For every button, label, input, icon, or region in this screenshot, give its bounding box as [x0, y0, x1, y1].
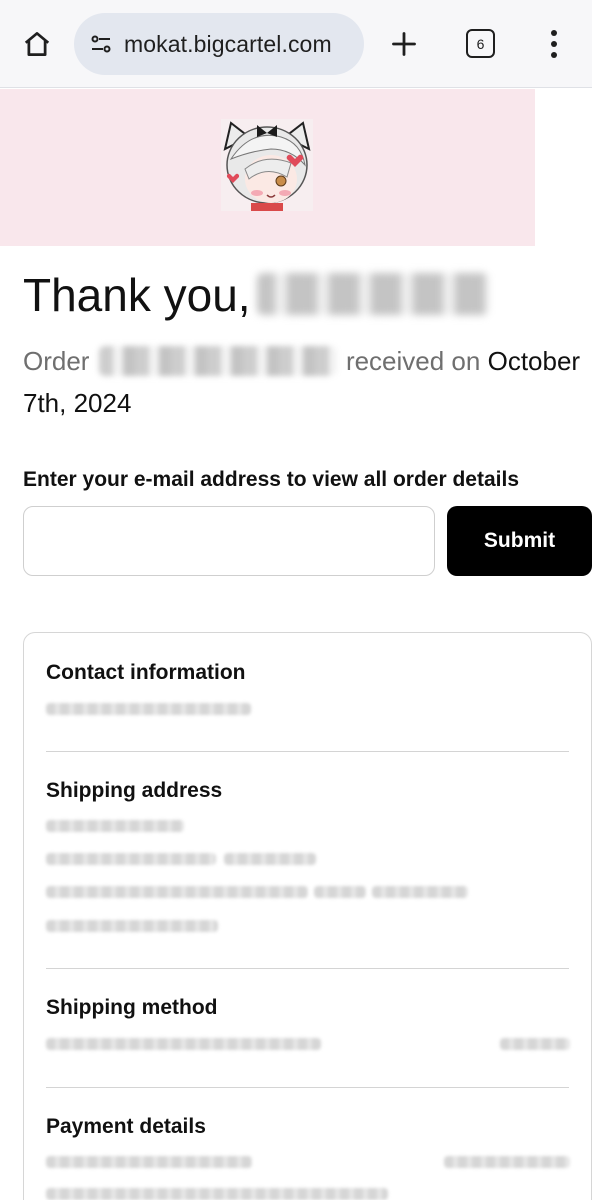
- redacted-order-number: [98, 346, 337, 376]
- address-bar[interactable]: mokat.bigcartel.com: [74, 13, 364, 75]
- redacted-name: [256, 273, 489, 315]
- plus-icon[interactable]: [386, 26, 422, 62]
- divider: [46, 751, 569, 752]
- redacted-payment-line: [46, 1156, 252, 1168]
- shipping-address-heading: Shipping address: [46, 779, 223, 802]
- payment-details-heading: Payment details: [46, 1115, 206, 1138]
- page-title: Thank you,: [23, 268, 489, 322]
- divider: [46, 968, 569, 969]
- store-header: [0, 89, 535, 246]
- redacted-shipping-price: [500, 1038, 570, 1050]
- order-details-card: Contact information Shipping address Shi…: [23, 632, 592, 1200]
- redacted-address-line: [46, 920, 218, 932]
- shipping-method-heading: Shipping method: [46, 996, 218, 1019]
- contact-information-heading: Contact information: [46, 661, 246, 684]
- site-settings-icon[interactable]: [88, 31, 114, 57]
- redacted-contact: [46, 703, 251, 715]
- order-prefix: Order: [23, 346, 90, 376]
- email-field[interactable]: [23, 506, 435, 576]
- redacted-payment-line: [46, 1188, 388, 1200]
- email-prompt-label: Enter your e-mail address to view all or…: [23, 468, 520, 491]
- submit-button[interactable]: Submit: [447, 506, 592, 576]
- redacted-address-line: [46, 886, 308, 898]
- redacted-address-line: [314, 886, 366, 898]
- order-summary-text: Order received on October 7th, 2024: [23, 340, 592, 424]
- redacted-shipping-method: [46, 1038, 321, 1050]
- more-vert-icon[interactable]: [540, 26, 568, 62]
- url-text[interactable]: mokat.bigcartel.com: [124, 31, 332, 58]
- redacted-address-line: [372, 886, 468, 898]
- divider: [46, 1087, 569, 1088]
- redacted-address-line: [46, 853, 216, 865]
- redacted-payment-amount: [444, 1156, 570, 1168]
- greeting-text: Thank you,: [23, 269, 251, 321]
- home-icon[interactable]: [18, 24, 56, 64]
- order-received-label: received on: [345, 346, 481, 376]
- redacted-address-line: [224, 853, 316, 865]
- browser-toolbar: mokat.bigcartel.com 6: [0, 0, 592, 88]
- tabs-icon[interactable]: 6: [466, 29, 495, 58]
- redacted-address-line: [46, 820, 184, 832]
- tab-count: 6: [476, 35, 485, 52]
- store-logo[interactable]: [221, 119, 313, 211]
